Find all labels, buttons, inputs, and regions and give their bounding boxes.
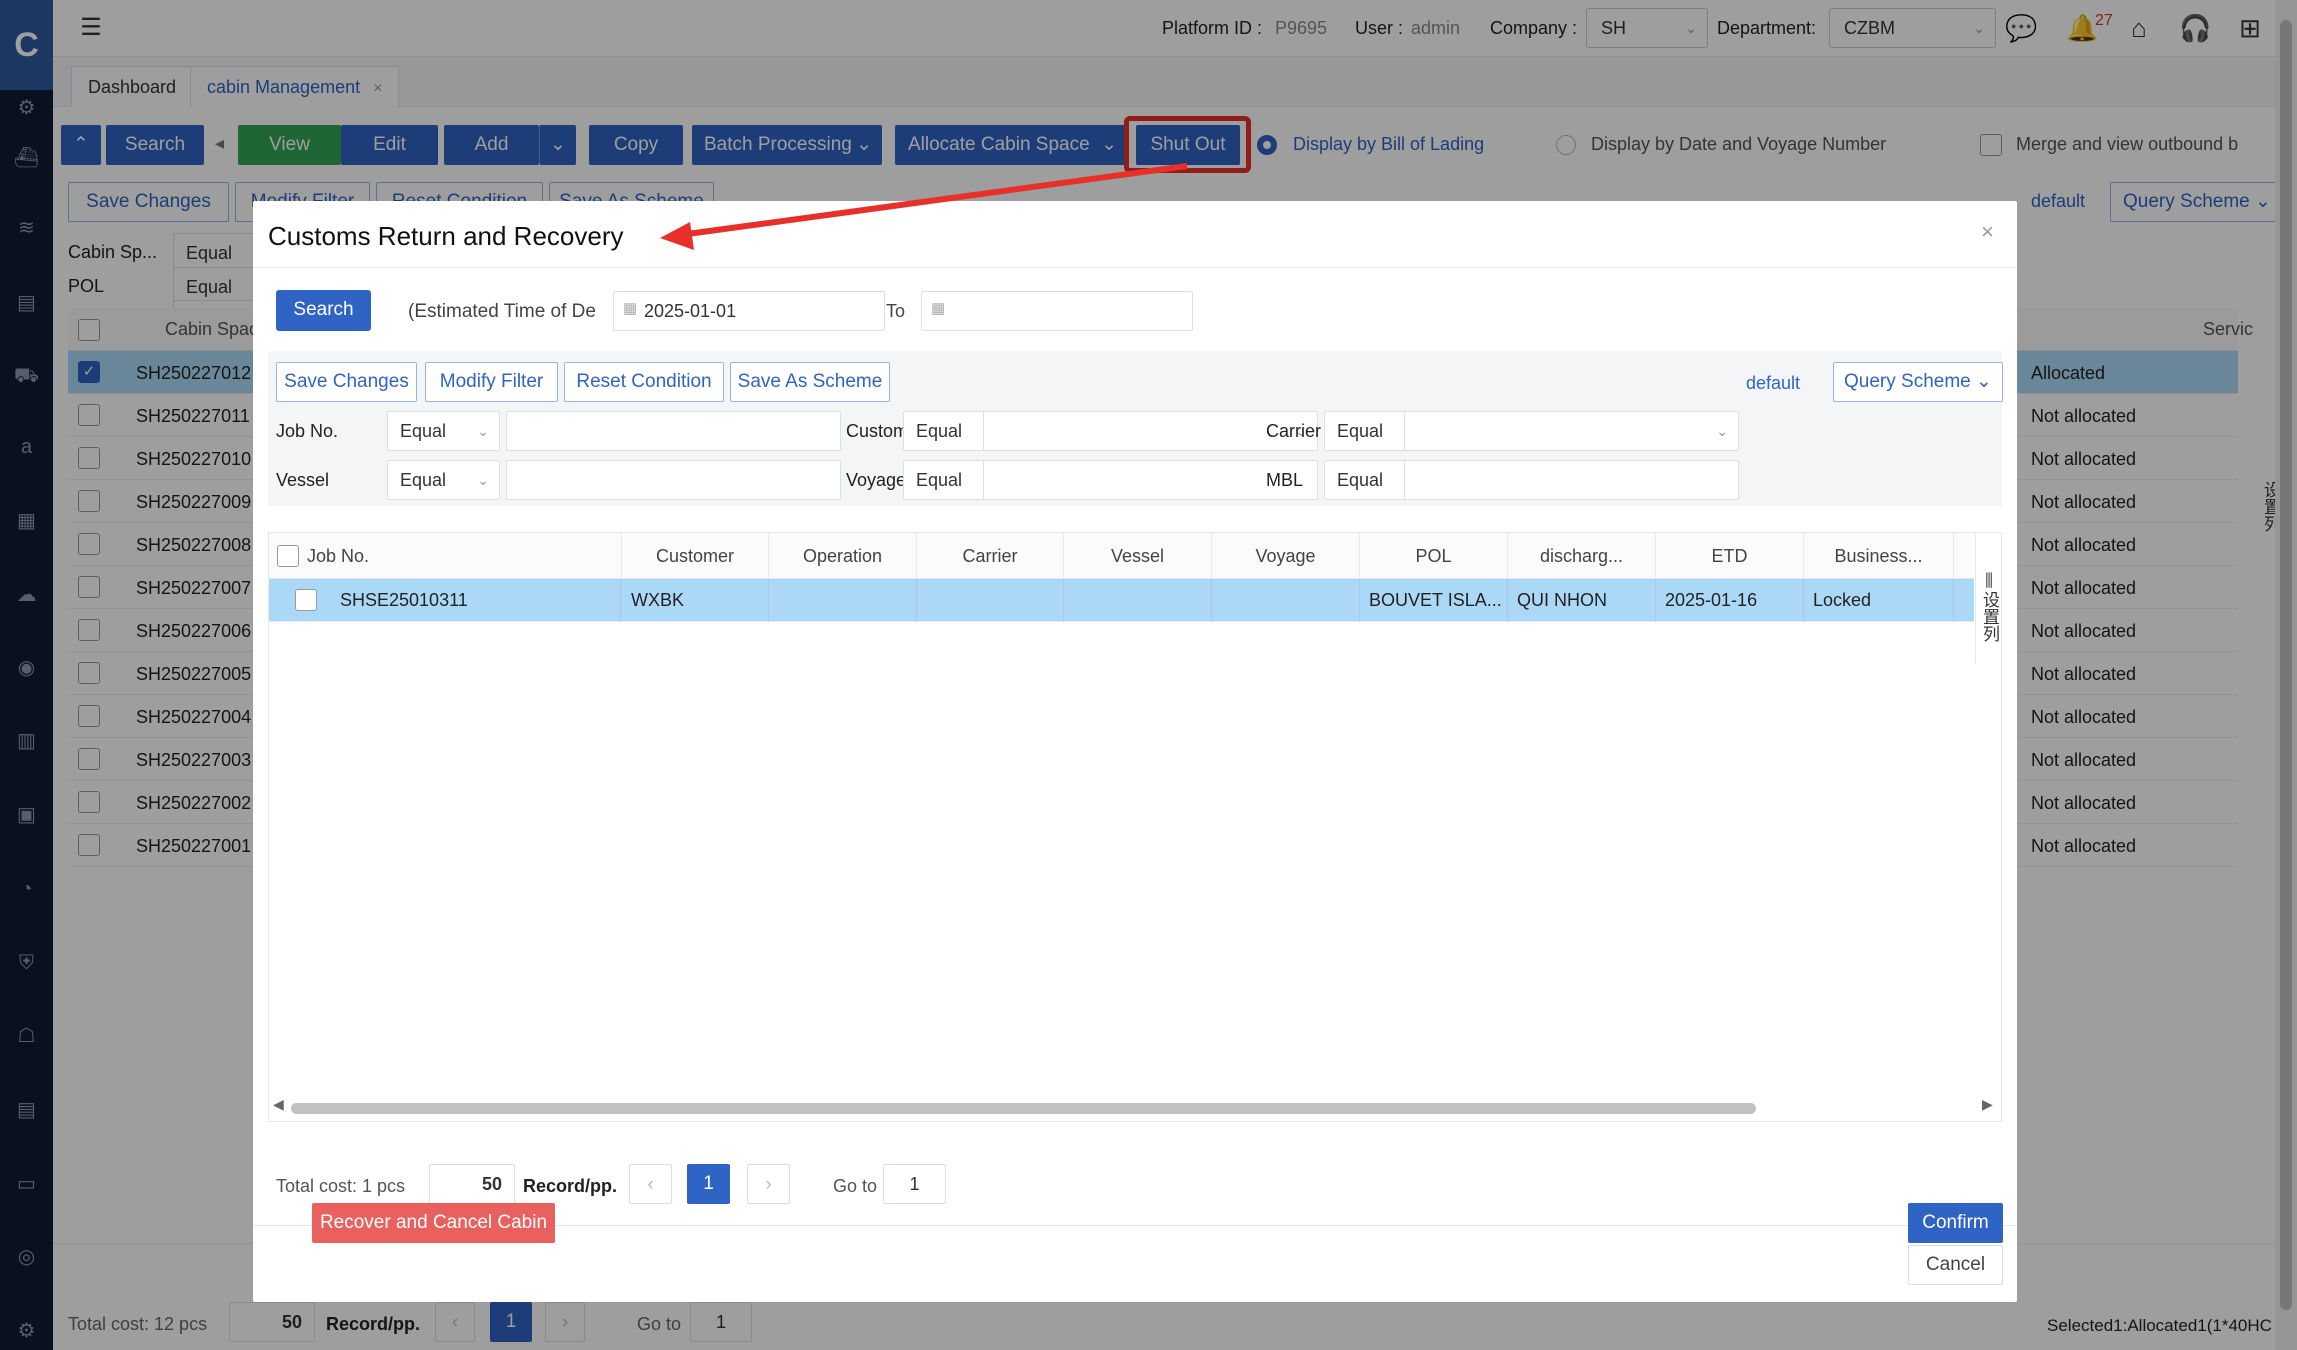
modal-search-button[interactable]: Search	[276, 290, 371, 331]
modal-save-as-scheme-button[interactable]: Save As Scheme	[730, 362, 890, 402]
grid-header-cell[interactable]: Business...	[1804, 533, 1954, 579]
modal-filter-value-input[interactable]	[1404, 460, 1739, 500]
grid-cell: WXBK	[622, 579, 769, 622]
modal-filter-value-input[interactable]	[506, 411, 841, 451]
column-settings-button[interactable]: ⫼ 设置列	[1975, 533, 2002, 663]
grid-header-cell[interactable]: Operation	[769, 533, 917, 579]
modal-filter-label: Vessel	[276, 470, 330, 490]
close-icon[interactable]: ×	[1981, 219, 1994, 245]
modal-grid: Job No. Customer Operation Carrier Vessel Voy…	[268, 532, 2002, 1122]
grid-header-cell[interactable]: Carrier	[917, 533, 1064, 579]
operator-value: Equal	[1337, 470, 1384, 490]
calendar-icon: ▦	[623, 300, 638, 317]
operator-value: Equal	[916, 470, 963, 490]
modal-filter-operator-select[interactable]: Equal ⌄	[387, 460, 500, 500]
date-to-input[interactable]	[921, 291, 1193, 331]
grid-header: Job No. Customer Operation Carrier Vessel Voy…	[269, 533, 1974, 579]
modal-default-link[interactable]: default	[1746, 373, 1800, 394]
modal-total-text: Total cost: 1 pcs	[276, 1176, 406, 1196]
modal-per-page-label: Record/pp.	[523, 1176, 618, 1196]
grid-cell	[917, 579, 1064, 622]
modal-page-1-button[interactable]: 1	[687, 1164, 730, 1204]
grid-cell	[1064, 579, 1212, 622]
calendar-icon: ▦	[931, 300, 946, 317]
grid-cell	[769, 579, 917, 622]
grid-cell: SHSE25010311	[331, 579, 621, 622]
grid-cell: BOUVET ISLA...	[1360, 579, 1508, 622]
modal-next-page-button[interactable]: ›	[747, 1164, 790, 1204]
modal-filter-operator-select[interactable]: Equal ⌄	[387, 411, 500, 451]
grid-row-checkbox[interactable]	[295, 589, 317, 611]
columns-icon: ⫼	[1985, 571, 1993, 590]
modal-query-scheme-button[interactable]: Query Scheme ⌄	[1833, 362, 2003, 402]
grid-header-cell[interactable]: discharg...	[1508, 533, 1656, 579]
modal-filter-label: Carrier	[1266, 421, 1322, 441]
grid-header-cell[interactable]: Voyage	[1212, 533, 1360, 579]
grid-header-cell[interactable]: POL	[1360, 533, 1508, 579]
divider	[253, 267, 2017, 268]
modal-goto-input[interactable]: 1	[883, 1164, 946, 1204]
customs-return-modal: Customs Return and Recovery × Search (Es…	[253, 201, 2017, 1302]
modal-per-page-input[interactable]: 50	[429, 1164, 515, 1204]
chevron-down-icon: ⌄	[477, 423, 489, 439]
modal-filter-value-input[interactable]	[506, 460, 841, 500]
grid-header-cell[interactable]: Vessel	[1064, 533, 1212, 579]
grid-cell: QUI NHON	[1508, 579, 1656, 622]
modal-modify-filter-button[interactable]: Modify Filter	[425, 362, 558, 402]
grid-header-cell[interactable]: ETD	[1656, 533, 1804, 579]
cancel-button[interactable]: Cancel	[1908, 1245, 2003, 1285]
scroll-right-icon[interactable]: ▶	[1982, 1096, 1993, 1113]
modal-filter-label: MBL	[1266, 470, 1304, 490]
h-scrollbar-thumb[interactable]	[291, 1103, 1756, 1114]
modal-save-changes-button[interactable]: Save Changes	[276, 362, 417, 402]
grid-h-scrollbar[interactable]: ◀ ▶	[269, 1096, 2002, 1120]
chevron-down-icon: ⌄	[1716, 423, 1728, 439]
operator-value: Equal	[1337, 421, 1384, 441]
chevron-down-icon: ⌄	[1976, 371, 1992, 392]
modal-filter-value-input[interactable]: ⌄	[1404, 411, 1739, 451]
date-from-value: 2025-01-01	[644, 301, 737, 321]
modal-filter-label: Job No.	[276, 421, 339, 441]
confirm-button[interactable]: Confirm	[1908, 1203, 2003, 1243]
modal-query-scheme-label: Query Scheme	[1844, 371, 1971, 392]
modal-reset-condition-button[interactable]: Reset Condition	[564, 362, 724, 402]
grid-cell: 2025-01-16	[1656, 579, 1804, 622]
modal-goto-label: Go to	[833, 1176, 878, 1196]
grid-cell	[1212, 579, 1360, 622]
operator-value: Equal	[400, 470, 447, 490]
column-settings-label: 设置列	[1980, 591, 1999, 642]
grid-header-cell[interactable]: Customer	[622, 533, 769, 579]
modal-filter-label: Voyage	[846, 470, 907, 490]
etd-label: (Estimated Time of De	[408, 301, 596, 322]
grid-header-cell[interactable]: Job No.	[269, 533, 622, 579]
scroll-left-icon[interactable]: ◀	[273, 1096, 284, 1113]
date-from-input[interactable]: 2025-01-01	[613, 291, 885, 331]
modal-prev-page-button[interactable]: ‹	[629, 1164, 672, 1204]
operator-value: Equal	[916, 421, 963, 441]
modal-title: Customs Return and Recovery	[268, 221, 624, 251]
to-label: To	[886, 301, 906, 321]
operator-value: Equal	[400, 421, 447, 441]
grid-row[interactable]: SHSE25010311 WXBK BOUVET ISLA... QUI NHON 20…	[269, 579, 1974, 622]
grid-cell: Locked	[1804, 579, 1954, 622]
chevron-down-icon: ⌄	[477, 472, 489, 488]
recover-and-cancel-cabin-button[interactable]: Recover and Cancel Cabin	[312, 1203, 555, 1243]
